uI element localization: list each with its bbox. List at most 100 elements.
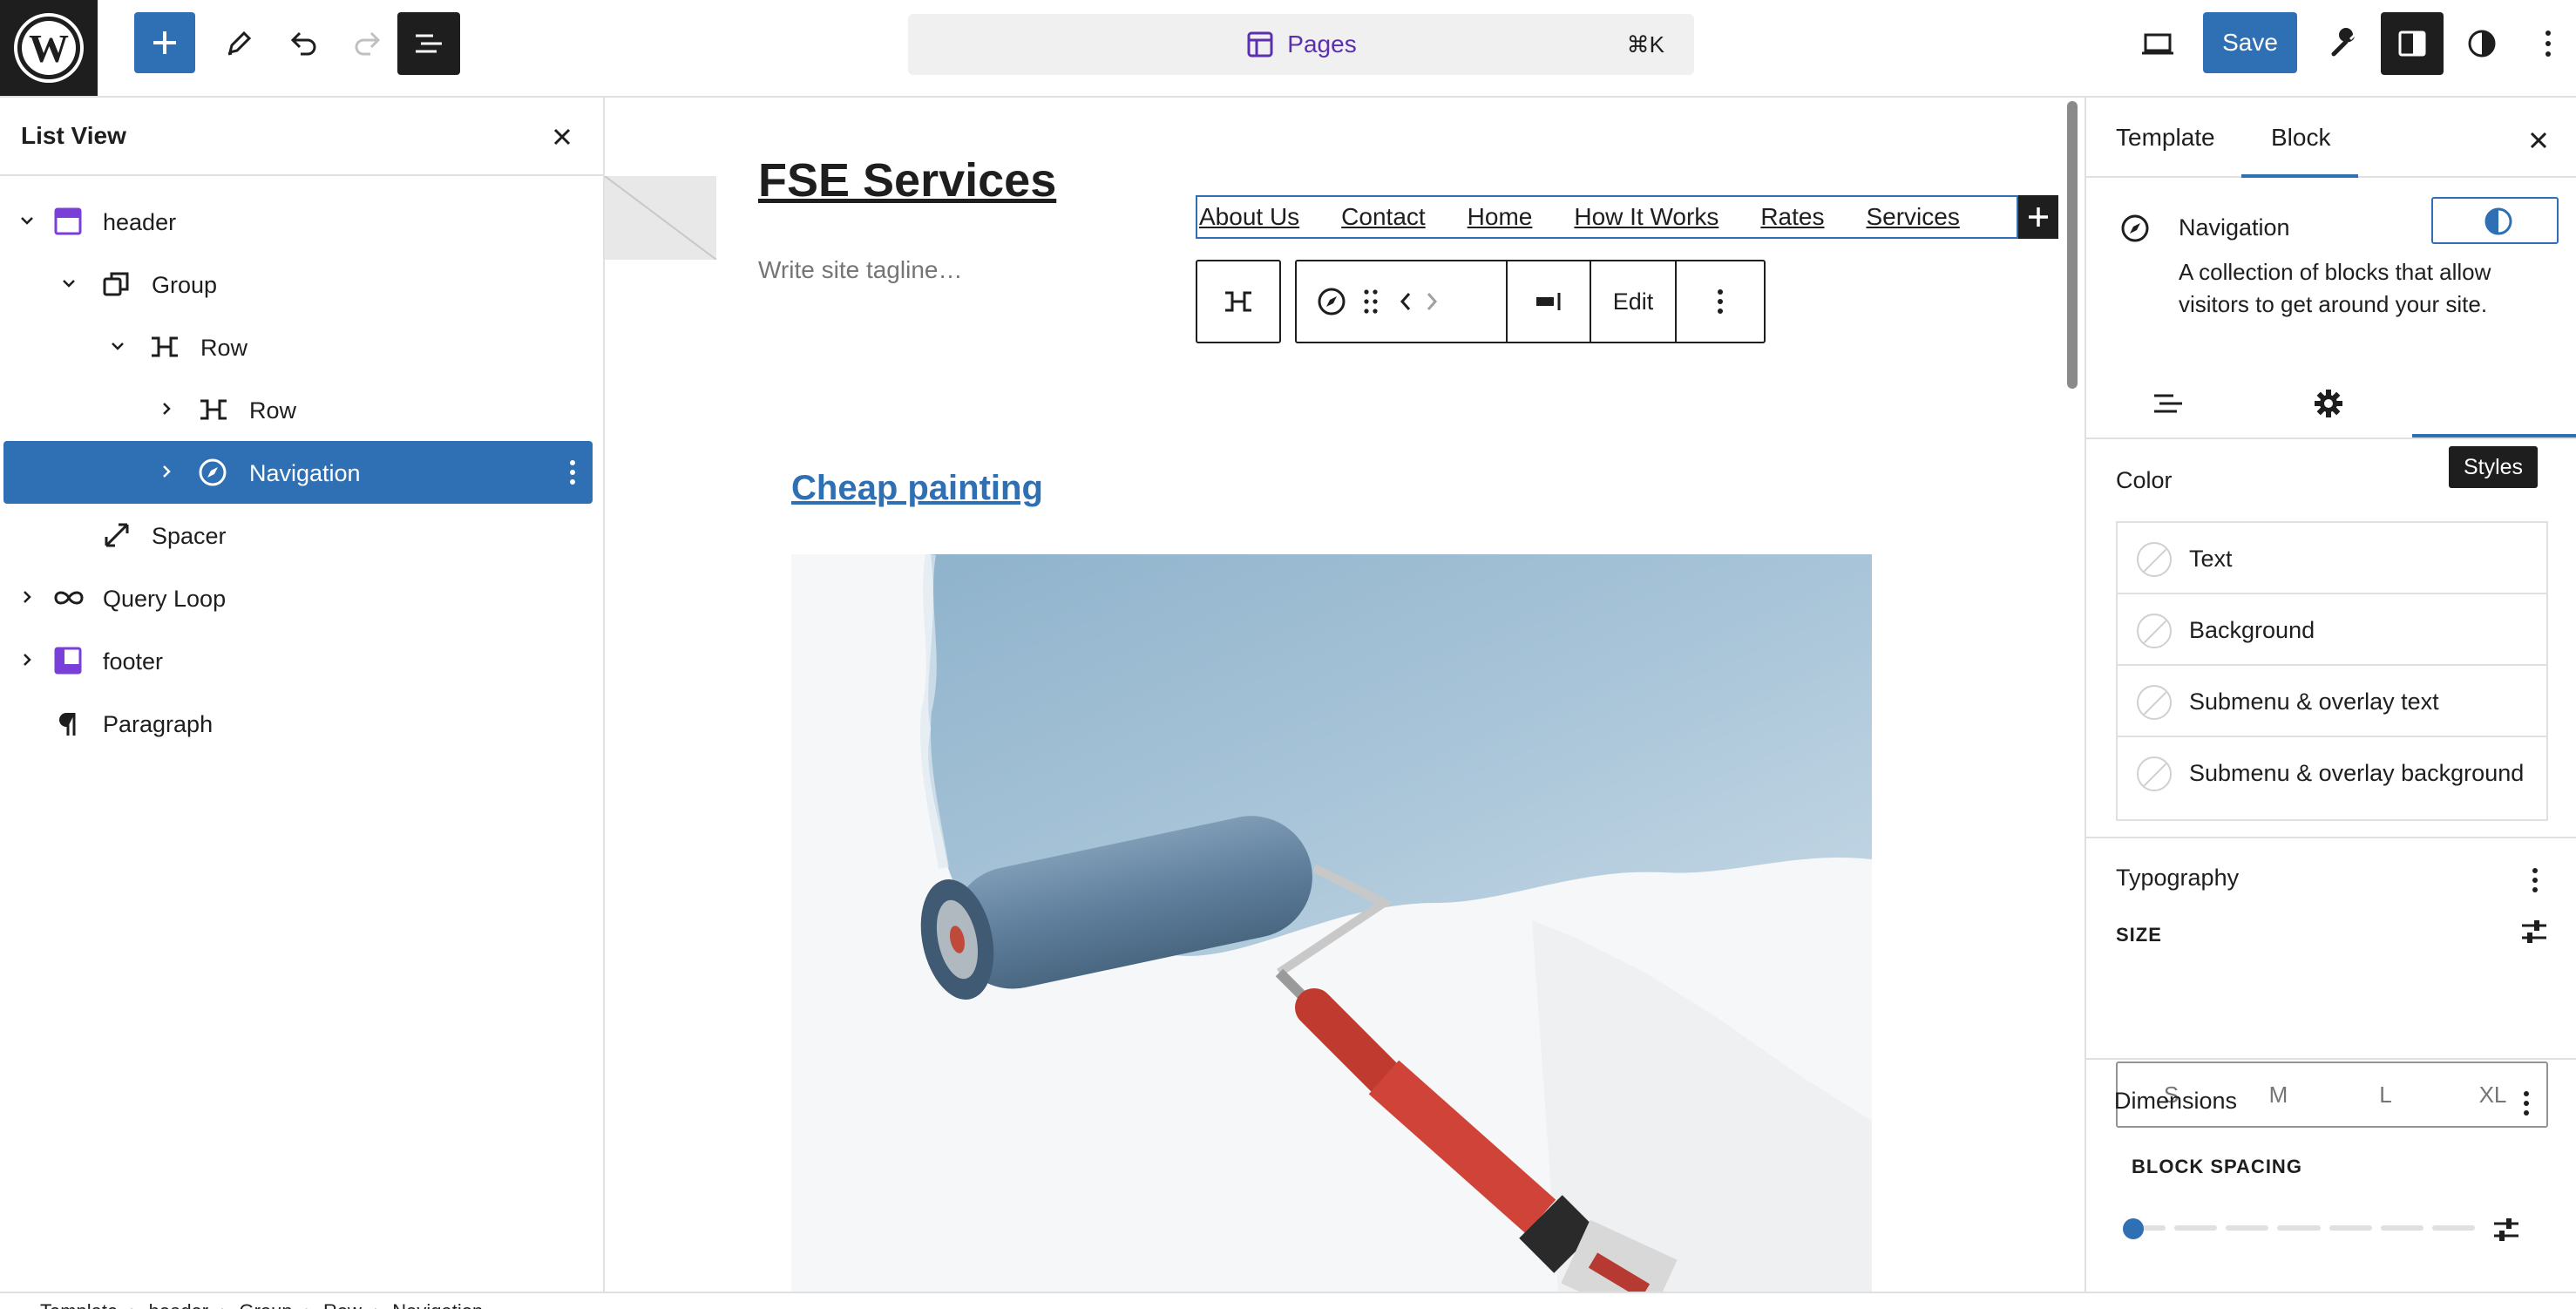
dimensions-section-title: Dimensions [2114, 1088, 2238, 1114]
block-card-description: A collection of blocks that allow visito… [2179, 259, 2491, 317]
list-item-footer[interactable]: footer [3, 629, 593, 692]
options-menu-button[interactable] [2531, 17, 2566, 70]
tab-styles[interactable] [2431, 197, 2559, 244]
site-tagline-placeholder[interactable]: Write site tagline… [758, 256, 962, 284]
custom-spacing-icon[interactable] [2491, 1215, 2522, 1245]
site-title[interactable]: FSE Services [758, 153, 1056, 207]
color-submenu-background-option[interactable]: Submenu & overlay background [2118, 737, 2546, 809]
tab-list-view[interactable] [2142, 382, 2194, 425]
list-view-toggle-button[interactable] [397, 12, 460, 75]
list-item-query-loop[interactable]: Query Loop [3, 566, 593, 629]
row-icon [200, 399, 227, 420]
site-logo-placeholder[interactable] [605, 176, 716, 260]
color-submenu-text-option[interactable]: Submenu & overlay text [2118, 666, 2546, 737]
chevron-down-icon[interactable] [59, 274, 78, 293]
list-item-label: Paragraph [103, 711, 214, 737]
breadcrumb-item[interactable]: Row [323, 1300, 362, 1309]
global-styles-button[interactable] [2456, 17, 2508, 70]
chevron-right-icon[interactable] [157, 399, 176, 418]
tools-button[interactable] [213, 17, 265, 70]
settings-sidebar-toggle[interactable] [2381, 12, 2444, 75]
wrench-icon [2331, 28, 2355, 57]
save-button[interactable]: Save [2203, 12, 2297, 73]
font-size-l[interactable]: L [2332, 1063, 2439, 1126]
tab-block[interactable]: Block [2271, 124, 2330, 152]
nav-link-how-it-works[interactable]: How It Works [1574, 203, 1718, 231]
font-size-m[interactable]: M [2225, 1063, 2332, 1126]
breadcrumb-separator: › [220, 1300, 227, 1309]
chevron-down-icon[interactable] [108, 336, 127, 356]
chevron-right-icon[interactable] [157, 462, 176, 481]
breadcrumb-item[interactable]: Group [239, 1300, 292, 1309]
chevron-right-icon[interactable] [17, 587, 37, 607]
canvas-scrollbar[interactable] [2067, 101, 2078, 389]
nav-link-about-us[interactable]: About Us [1199, 203, 1299, 231]
list-item-label: Navigation [249, 460, 361, 486]
layout-icon [1247, 31, 1273, 58]
block-inserter-tools-button[interactable] [2318, 17, 2370, 70]
justification-button[interactable] [1508, 261, 1590, 342]
navigation-icon [2121, 214, 2149, 242]
color-background-option[interactable]: Background [2118, 594, 2546, 666]
parent-selector-button[interactable] [1196, 260, 1281, 343]
list-item-row[interactable]: Row [3, 315, 593, 378]
more-vertical-icon [1718, 289, 1723, 314]
more-vertical-icon[interactable] [2531, 866, 2539, 894]
editor-header: W Pages ⌘K Save [0, 0, 2576, 98]
loop-icon [54, 591, 84, 605]
chevron-right-icon[interactable] [17, 650, 37, 669]
breadcrumb-item[interactable]: Template [40, 1300, 118, 1309]
list-item-navigation[interactable]: Navigation [3, 441, 593, 504]
list-item-label: Spacer [152, 523, 227, 549]
preview-button[interactable] [2132, 17, 2184, 70]
add-block-button[interactable] [134, 12, 195, 73]
redo-button[interactable] [342, 17, 394, 70]
active-tab-indicator [2241, 174, 2358, 178]
template-part-icon [54, 647, 82, 675]
spacing-slider-knob[interactable] [2123, 1218, 2144, 1239]
list-item-spacer[interactable]: Spacer [3, 504, 593, 566]
move-right-button[interactable] [1419, 261, 1445, 342]
breadcrumb-item[interactable]: header [149, 1300, 209, 1309]
tab-template[interactable]: Template [2116, 124, 2215, 152]
undo-button[interactable] [277, 17, 329, 70]
sidebar-icon [2398, 31, 2426, 57]
nav-link-services[interactable]: Services [1866, 203, 1959, 231]
list-item-header[interactable]: header [3, 190, 593, 253]
color-section-title[interactable]: Color [2116, 467, 2173, 494]
block-options-button[interactable] [1677, 261, 1764, 342]
drag-handle[interactable] [1356, 261, 1386, 342]
list-item-paragraph[interactable]: Paragraph [3, 692, 593, 755]
row-icon [1225, 291, 1251, 312]
list-item-group[interactable]: Group [3, 253, 593, 315]
nav-link-home[interactable]: Home [1468, 203, 1533, 231]
color-option-label: Submenu & overlay background [2189, 760, 2525, 786]
close-sidebar-button[interactable] [2525, 127, 2552, 153]
block-type-button[interactable] [1307, 261, 1356, 342]
nav-link-contact[interactable]: Contact [1341, 203, 1426, 231]
more-vertical-icon[interactable] [2522, 1089, 2531, 1117]
color-text-option[interactable]: Text [2118, 523, 2546, 594]
chevron-left-icon [1400, 293, 1411, 310]
add-nav-item-button[interactable] [2018, 195, 2058, 239]
list-item-row[interactable]: Row [3, 378, 593, 441]
custom-size-icon[interactable] [2518, 917, 2550, 946]
post-title-link[interactable]: Cheap painting [791, 469, 1043, 508]
command-shortcut: ⌘K [1626, 31, 1664, 58]
edit-button[interactable]: Edit [1591, 261, 1675, 342]
typography-section-title: Typography [2116, 865, 2240, 891]
navigation-block[interactable]: About Us Contact Home How It Works Rates… [1196, 195, 2018, 239]
wordpress-logo-button[interactable]: W [0, 0, 98, 96]
featured-image[interactable] [791, 554, 1872, 1292]
block-spacing-label: BLOCK SPACING [2132, 1156, 2302, 1177]
nav-link-rates[interactable]: Rates [1760, 203, 1824, 231]
color-swatch [2137, 685, 2172, 720]
styles-tooltip: Styles [2449, 446, 2538, 488]
spacing-slider-track[interactable] [2123, 1225, 2475, 1232]
tab-settings[interactable] [2302, 382, 2355, 425]
more-vertical-icon[interactable] [568, 458, 577, 486]
command-palette-button[interactable]: Pages ⌘K [908, 14, 1694, 75]
close-list-view-button[interactable] [549, 124, 575, 150]
chevron-down-icon[interactable] [17, 211, 37, 230]
move-left-button[interactable] [1393, 261, 1419, 342]
